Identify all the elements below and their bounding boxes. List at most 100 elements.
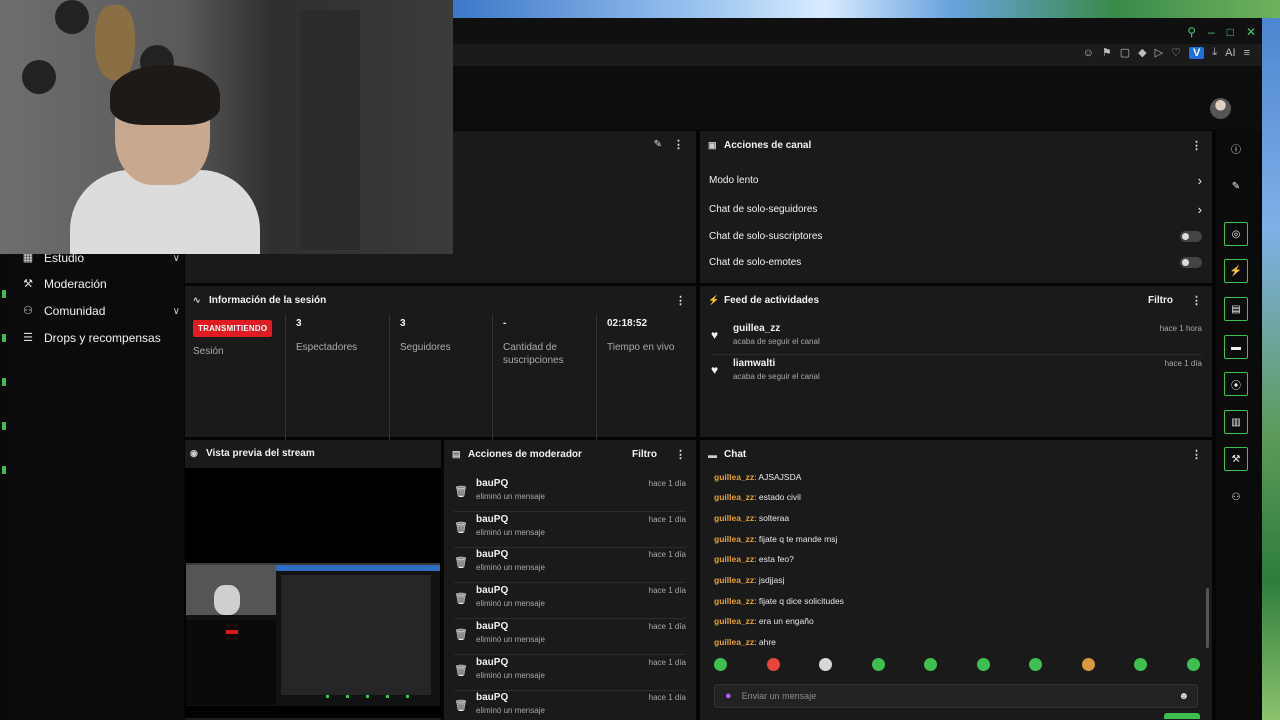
stat-value: -	[503, 318, 507, 329]
sidebar-item-drops[interactable]: ☰ Drops y recompensas	[22, 331, 180, 345]
preview-dashboard	[281, 575, 431, 695]
more-options-icon[interactable]: ⋮	[675, 448, 686, 461]
setting-followers-only[interactable]: Chat de solo-seguidores ›	[709, 202, 1202, 217]
streamer	[70, 65, 260, 254]
mod-username[interactable]: bauPQ	[476, 692, 508, 703]
send-button[interactable]	[1164, 713, 1200, 719]
trash-icon: 🗑	[454, 486, 468, 498]
sidebar-item-label: Drops y recompensas	[44, 331, 161, 345]
user-avatar[interactable]	[1210, 98, 1231, 119]
emote-button[interactable]	[1134, 658, 1148, 671]
edit-icon[interactable]: ✎	[654, 139, 662, 150]
filter-button[interactable]: Filtro	[632, 449, 657, 460]
sidebar-item-moderacion[interactable]: ⚒ Moderación	[22, 277, 180, 291]
more-options-icon[interactable]: ⋮	[675, 294, 686, 307]
chat-username[interactable]: guillea_zz	[714, 575, 754, 585]
list-item: 🗑 bauPQ eliminó un mensaje hace 1 día	[454, 585, 686, 619]
list-item: 🗑 bauPQ eliminó un mensaje hace 1 día	[454, 692, 686, 720]
community-icon: ⚇	[23, 305, 33, 317]
chat-username[interactable]: guillea_zz	[714, 472, 754, 482]
more-options-icon[interactable]: ⋮	[673, 138, 684, 151]
stat-label: Seguidores	[400, 342, 451, 353]
emote-button[interactable]	[714, 658, 727, 671]
more-options-icon[interactable]: ⋮	[1191, 448, 1202, 461]
maximize-icon[interactable]: □	[1227, 25, 1234, 39]
microphone-icon[interactable]: ●	[725, 690, 732, 702]
mod-username[interactable]: bauPQ	[476, 478, 508, 489]
play-icon[interactable]: ▷	[1155, 46, 1163, 59]
emote-button[interactable]	[1081, 658, 1095, 671]
chat-input[interactable]: ● Enviar un mensaje ☻	[714, 684, 1198, 708]
mod-username[interactable]: bauPQ	[476, 549, 508, 560]
stream-preview-video[interactable]	[185, 468, 441, 718]
community-tool-icon[interactable]: ⚇	[1224, 485, 1248, 509]
bolt-tool-icon[interactable]: ⚡	[1224, 259, 1248, 283]
emoji-picker-icon[interactable]: ☻	[1178, 691, 1189, 702]
setting-slow-mode[interactable]: Modo lento ›	[709, 173, 1202, 188]
emoji-icon[interactable]: ☺	[1083, 47, 1094, 59]
emotes-only-toggle[interactable]	[1180, 257, 1202, 268]
sidebar: ▦ Estudio ∨ ⚒ Moderación ⚇ Comunidad ∨ ☰…	[10, 244, 184, 720]
emote-button[interactable]	[1186, 658, 1200, 671]
filter-button[interactable]: Filtro	[1148, 295, 1173, 306]
download-icon[interactable]: ⤓	[1212, 46, 1217, 59]
chat-username[interactable]: guillea_zz	[714, 534, 754, 544]
edit-icon[interactable]: ✎	[1224, 174, 1248, 198]
capture-icon[interactable]: ▢	[1120, 46, 1130, 59]
feed-username[interactable]: liamwalti	[733, 358, 775, 369]
mod-username[interactable]: bauPQ	[476, 585, 508, 596]
stat-value: 3	[296, 318, 302, 329]
chat-username[interactable]: guillea_zz	[714, 554, 754, 564]
screenshot-icon[interactable]: ◎	[1224, 222, 1248, 246]
session-status: TRANSMITIENDO Sesión	[193, 318, 278, 438]
chat-message: guillea_zz: fijate q te mande msj	[714, 534, 838, 544]
heart-icon[interactable]: ♡	[1171, 46, 1181, 59]
more-options-icon[interactable]: ⋮	[1191, 139, 1202, 152]
mod-username[interactable]: bauPQ	[476, 621, 508, 632]
feed-username[interactable]: guillea_zz	[733, 323, 780, 334]
chat-tool-icon[interactable]: ▬	[1224, 335, 1248, 359]
emote-button[interactable]	[1029, 658, 1043, 671]
mod-username[interactable]: bauPQ	[476, 657, 508, 668]
activity-feed-panel: ⚡ Feed de actividades Filtro ⋮ ♥ guillea…	[700, 286, 1212, 437]
shield-icon[interactable]: ◆	[1138, 46, 1146, 59]
document-tool-icon[interactable]: ▤	[1224, 297, 1248, 321]
emote-button[interactable]	[819, 658, 833, 671]
close-icon[interactable]: ✕	[1246, 25, 1256, 39]
subscribers-only-toggle[interactable]	[1180, 231, 1202, 242]
trash-icon: 🗑	[454, 557, 468, 569]
search-icon[interactable]: ⚲	[1187, 25, 1196, 39]
emote-button[interactable]	[766, 658, 780, 671]
chat-scrollbar[interactable]	[1206, 588, 1209, 648]
layout-icon[interactable]: ▥	[1224, 410, 1248, 434]
chat-username[interactable]: guillea_zz	[714, 637, 754, 647]
chat-username[interactable]: guillea_zz	[714, 492, 754, 502]
ai-button[interactable]: AI	[1225, 47, 1235, 59]
divider	[596, 314, 597, 440]
panel-title: Información de la sesión	[209, 295, 327, 306]
menu-icon[interactable]: ≡	[1244, 47, 1250, 59]
sidebar-item-comunidad[interactable]: ⚇ Comunidad ∨	[22, 304, 180, 318]
trash-icon: 🗑	[454, 593, 468, 605]
feed-time: hace 1 día	[1164, 359, 1202, 368]
more-options-icon[interactable]: ⋮	[1191, 294, 1202, 307]
preview-emote	[366, 695, 369, 698]
emote-button[interactable]	[976, 658, 990, 671]
wrench-tool-icon[interactable]: ⚒	[1224, 447, 1248, 471]
screen: ⚲ – □ ✕ ☺ ⚑ ▢ ◆ ▷ ♡ V ⤓ AI ≡ ▦ Estudio ∨…	[0, 0, 1280, 720]
minimize-icon[interactable]: –	[1208, 25, 1215, 39]
chat-username[interactable]: guillea_zz	[714, 596, 754, 606]
stat-live-time: 02:18:52 Tiempo en vivo	[607, 318, 692, 438]
chat-text: era un engaño	[758, 616, 814, 626]
profile-badge[interactable]: V	[1188, 46, 1205, 59]
emote-button[interactable]	[871, 658, 885, 671]
chat-username[interactable]: guillea_zz	[714, 616, 754, 626]
chat-username[interactable]: guillea_zz	[714, 513, 754, 523]
panel-title: Acciones de canal	[724, 140, 812, 151]
broadcast-icon[interactable]: ⦿	[1224, 372, 1248, 396]
emote-button[interactable]	[924, 658, 938, 671]
info-icon[interactable]: ⓘ	[1224, 136, 1248, 160]
mod-username[interactable]: bauPQ	[476, 514, 508, 525]
pin-icon[interactable]: ⚑	[1102, 46, 1112, 59]
preview-emote	[406, 695, 409, 698]
